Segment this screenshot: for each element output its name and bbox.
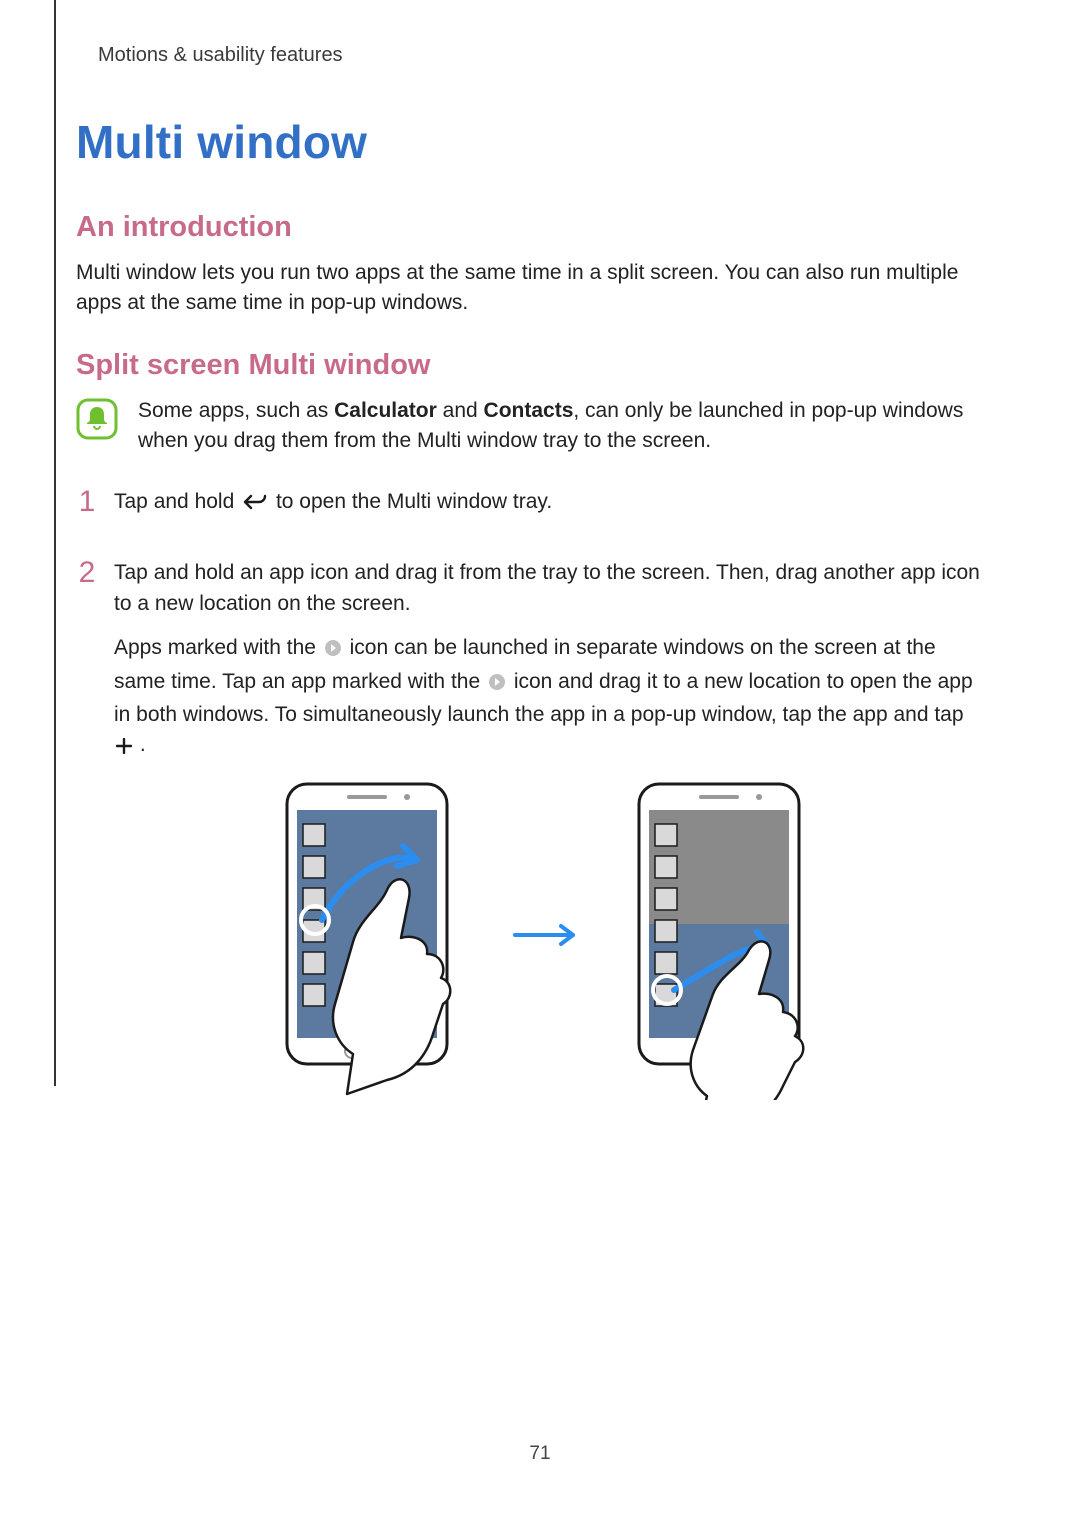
page-title: Multi window bbox=[76, 115, 982, 169]
dual-app-circle-icon bbox=[488, 670, 506, 700]
page-content: Multi window An introduction Multi windo… bbox=[76, 115, 982, 1100]
step-2: 2 Tap and hold an app icon and drag it f… bbox=[76, 558, 982, 1100]
figure-phone-drag-from-tray bbox=[267, 780, 477, 1100]
step-2-body: Tap and hold an app icon and drag it fro… bbox=[114, 558, 982, 1100]
note-block: Some apps, such as Calculator and Contac… bbox=[76, 396, 982, 457]
step-1-number: 1 bbox=[76, 487, 98, 517]
page-number: 71 bbox=[0, 1443, 1080, 1465]
step-2-line1: Tap and hold an app icon and drag it fro… bbox=[114, 558, 982, 619]
arrow-right-icon bbox=[513, 923, 583, 956]
note-bold-contacts: Contacts bbox=[484, 399, 574, 422]
manual-page: Motions & usability features Multi windo… bbox=[0, 0, 1080, 1527]
note-text: Some apps, such as Calculator and Contac… bbox=[138, 396, 982, 457]
step-2-p2-a: Apps marked with the bbox=[114, 636, 322, 659]
note-bell-icon bbox=[76, 398, 118, 445]
note-part-pre: Some apps, such as bbox=[138, 399, 334, 422]
dual-app-circle-icon bbox=[324, 636, 342, 666]
intro-paragraph: Multi window lets you run two apps at th… bbox=[76, 258, 982, 319]
plus-icon bbox=[116, 733, 132, 763]
step-1-text-b: to open the Multi window tray. bbox=[276, 490, 552, 513]
step-2-number: 2 bbox=[76, 558, 98, 588]
running-head: Motions & usability features bbox=[98, 44, 982, 67]
left-margin-rule bbox=[54, 0, 56, 1086]
figure-row bbox=[114, 780, 982, 1100]
step-1-text-a: Tap and hold bbox=[114, 490, 240, 513]
step-2-paragraph-2: Apps marked with the icon can be launche… bbox=[114, 633, 982, 764]
figure-phone-split-result bbox=[619, 780, 829, 1100]
note-part-mid: and bbox=[437, 399, 484, 422]
step-1-body: Tap and hold to open the Multi window tr… bbox=[114, 487, 552, 534]
section-intro-heading: An introduction bbox=[76, 211, 982, 244]
step-1: 1 Tap and hold to open the Multi window … bbox=[76, 487, 982, 534]
section-split-heading: Split screen Multi window bbox=[76, 349, 982, 382]
note-bold-calculator: Calculator bbox=[334, 399, 437, 422]
step-2-p2-d: . bbox=[140, 733, 146, 756]
back-key-icon bbox=[242, 490, 268, 520]
